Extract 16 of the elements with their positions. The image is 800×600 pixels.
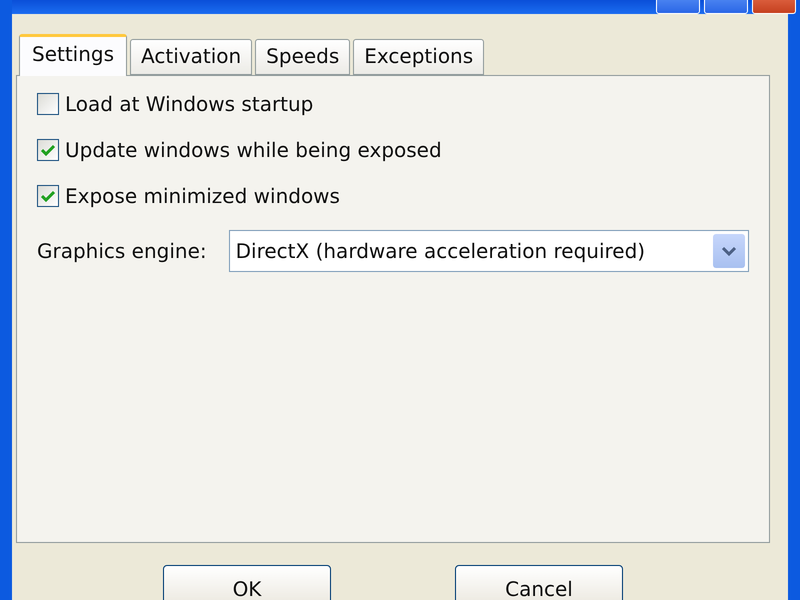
checkbox[interactable] — [37, 139, 59, 161]
tab[interactable]: Activation — [130, 39, 252, 75]
tab[interactable]: Exceptions — [353, 39, 484, 75]
dropdown[interactable]: DirectX (hardware acceleration required) — [228, 230, 749, 272]
checkbox[interactable] — [37, 185, 59, 207]
tab[interactable]: Settings — [19, 34, 128, 76]
ok-button[interactable]: OK — [163, 565, 331, 600]
checkbox[interactable] — [37, 93, 59, 115]
checkbox-label[interactable]: Update windows while being exposed — [65, 138, 442, 162]
checkmark-icon — [41, 144, 55, 156]
cancel-button[interactable]: Cancel — [455, 565, 623, 600]
checkbox-label[interactable]: Expose minimized windows — [65, 184, 340, 208]
checkmark-icon — [41, 190, 55, 202]
tab[interactable]: Speeds — [255, 39, 350, 75]
checkbox-label[interactable]: Load at Windows startup — [65, 92, 314, 116]
field-label: Graphics engine: — [37, 239, 207, 263]
